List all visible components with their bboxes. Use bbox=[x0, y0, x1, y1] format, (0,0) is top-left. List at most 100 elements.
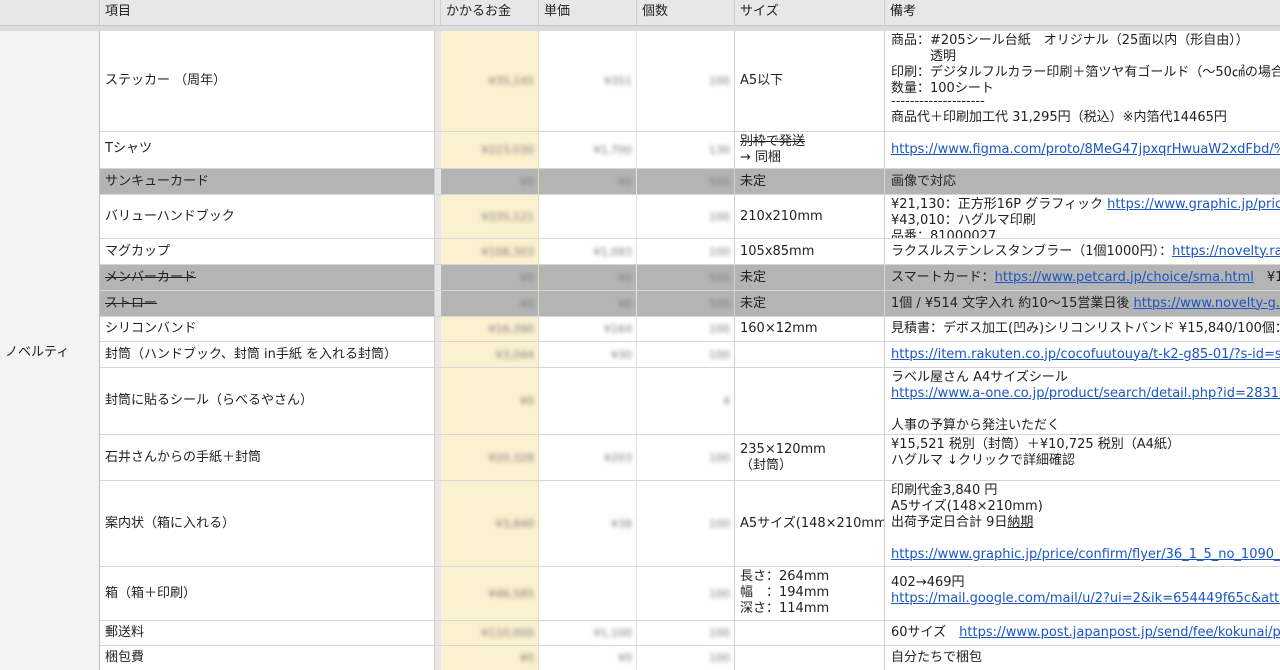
item-cell[interactable]: サンキューカード bbox=[100, 169, 435, 194]
quantity-cell[interactable]: 4 bbox=[637, 368, 735, 434]
note-link[interactable]: https://www.petcard.jp/choice/sma.html bbox=[995, 270, 1254, 285]
note-link[interactable]: https://www.graphic.jp/price/confirm/fly… bbox=[891, 547, 1280, 562]
item-cell[interactable]: 封筒に貼るシール（らべるやさん） bbox=[100, 368, 435, 434]
notes-cell[interactable]: 60サイズ https://www.post.japanpost.jp/send… bbox=[885, 621, 1280, 645]
cost-cell[interactable]: ¥108,303 bbox=[441, 239, 539, 264]
table-row[interactable]: 封筒（ハンドブック、封筒 in手紙 を入れる封筒） ¥3,044 ¥30 100… bbox=[100, 342, 1280, 368]
note-link[interactable]: https://mail.google.com/mail/u/2?ui=2&ik… bbox=[891, 591, 1280, 606]
quantity-cell[interactable]: 100 bbox=[637, 195, 735, 238]
size-cell[interactable] bbox=[735, 621, 885, 645]
unit-price-cell[interactable]: ¥0 bbox=[539, 265, 637, 290]
size-cell[interactable]: 別枠で発送 → 同梱 bbox=[735, 132, 885, 168]
notes-cell[interactable]: スマートカード：https://www.petcard.jp/choice/sm… bbox=[885, 265, 1280, 290]
notes-cell[interactable]: ラベル屋さん A4サイズシール https://www.a-one.co.jp/… bbox=[885, 368, 1280, 434]
item-cell[interactable]: 石井さんからの手紙＋封筒 bbox=[100, 435, 435, 480]
table-row[interactable]: ステッカー （周年） ¥35,145 ¥351 100 A5以下 商品：#205… bbox=[100, 31, 1280, 132]
item-cell[interactable]: 梱包費 bbox=[100, 646, 435, 670]
cost-cell[interactable]: ¥16,390 bbox=[441, 317, 539, 341]
table-row[interactable]: 郵送料 ¥110,000 ¥1,100 100 60サイズ https://ww… bbox=[100, 621, 1280, 646]
cost-cell[interactable]: ¥335,121 bbox=[441, 195, 539, 238]
quantity-cell[interactable]: 100 bbox=[637, 317, 735, 341]
unit-price-cell[interactable]: ¥351 bbox=[539, 31, 637, 131]
header-blank[interactable] bbox=[0, 0, 100, 25]
quantity-cell[interactable]: 100 bbox=[637, 239, 735, 264]
header-cost[interactable]: かかるお金 bbox=[441, 0, 539, 25]
cost-cell[interactable]: ¥46,585 bbox=[441, 567, 539, 620]
notes-cell[interactable]: 印刷代金3,840 円 A5サイズ(148×210mm) 出荷予定日合計 9日納… bbox=[885, 481, 1280, 566]
unit-price-cell[interactable]: ¥203 bbox=[539, 435, 637, 480]
quantity-cell[interactable]: 100 bbox=[637, 435, 735, 480]
size-cell[interactable]: 210x210mm bbox=[735, 195, 885, 238]
notes-cell[interactable]: 商品：#205シール台紙 オリジナル（25面以内（形自由）） 透明 印刷：デジタ… bbox=[885, 31, 1280, 131]
cost-cell[interactable]: ¥0 bbox=[441, 368, 539, 434]
unit-price-cell[interactable] bbox=[539, 368, 637, 434]
unit-price-cell[interactable]: ¥38 bbox=[539, 481, 637, 566]
table-row[interactable]: メンバーカード ¥0 ¥0 500 未定 スマートカード：https://www… bbox=[100, 265, 1280, 291]
size-cell[interactable]: 未定 bbox=[735, 169, 885, 194]
unit-price-cell[interactable] bbox=[539, 567, 637, 620]
cost-cell[interactable]: ¥110,000 bbox=[441, 621, 539, 645]
cost-cell[interactable]: ¥0 bbox=[441, 291, 539, 316]
quantity-cell[interactable]: 100 bbox=[637, 342, 735, 367]
unit-price-cell[interactable]: ¥30 bbox=[539, 342, 637, 367]
note-link[interactable]: https://novelty.raks bbox=[1172, 244, 1280, 259]
item-cell[interactable]: 封筒（ハンドブック、封筒 in手紙 を入れる封筒） bbox=[100, 342, 435, 367]
size-cell[interactable]: 160×12mm bbox=[735, 317, 885, 341]
table-row[interactable]: 封筒に貼るシール（らべるやさん） ¥0 4 ラベル屋さん A4サイズシール ht… bbox=[100, 368, 1280, 435]
size-cell[interactable]: 未定 bbox=[735, 265, 885, 290]
item-cell[interactable]: ストロー bbox=[100, 291, 435, 316]
unit-price-cell[interactable]: ¥1,700 bbox=[539, 132, 637, 168]
note-link[interactable]: https://www.graphic.jp/price/stap bbox=[1107, 197, 1280, 212]
item-cell[interactable]: メンバーカード bbox=[100, 265, 435, 290]
item-cell[interactable]: ステッカー （周年） bbox=[100, 31, 435, 131]
note-link[interactable]: https://www.novelty-g.com/2 bbox=[1133, 296, 1280, 311]
notes-cell[interactable]: 402→469円 https://mail.google.com/mail/u/… bbox=[885, 567, 1280, 620]
quantity-cell[interactable]: 100 bbox=[637, 481, 735, 566]
item-cell[interactable]: バリューハンドブック bbox=[100, 195, 435, 238]
size-cell[interactable]: 235×120mm （封筒） bbox=[735, 435, 885, 480]
item-cell[interactable]: 案内状（箱に入れる） bbox=[100, 481, 435, 566]
notes-cell[interactable]: ¥21,130：正方形16P グラフィック https://www.graphi… bbox=[885, 195, 1280, 238]
cost-cell[interactable]: ¥20,328 bbox=[441, 435, 539, 480]
note-link[interactable]: https://www.a-one.co.jp/product/search/d… bbox=[891, 386, 1280, 401]
quantity-cell[interactable]: 100 bbox=[637, 31, 735, 131]
header-unit-price[interactable]: 単価 bbox=[539, 0, 637, 25]
size-cell[interactable]: 105x85mm bbox=[735, 239, 885, 264]
cost-cell[interactable]: ¥223,030 bbox=[441, 132, 539, 168]
note-link[interactable]: https://item.rakuten.co.jp/cocofuutouya/… bbox=[891, 347, 1280, 362]
unit-price-cell[interactable]: ¥1,083 bbox=[539, 239, 637, 264]
table-row[interactable]: 石井さんからの手紙＋封筒 ¥20,328 ¥203 100 235×120mm … bbox=[100, 435, 1280, 481]
quantity-cell[interactable]: 500 bbox=[637, 291, 735, 316]
table-row[interactable]: 梱包費 ¥0 ¥0 100 自分たちで梱包 bbox=[100, 646, 1280, 670]
size-cell[interactable] bbox=[735, 342, 885, 367]
notes-cell[interactable]: 画像で対応 bbox=[885, 169, 1280, 194]
header-notes[interactable]: 備考 bbox=[885, 0, 1280, 25]
unit-price-cell[interactable]: ¥0 bbox=[539, 291, 637, 316]
quantity-cell[interactable]: 500 bbox=[637, 265, 735, 290]
cost-cell[interactable]: ¥3,840 bbox=[441, 481, 539, 566]
category-cell[interactable]: ノベルティ bbox=[0, 31, 100, 670]
notes-cell[interactable]: ¥15,521 税別（封筒）＋¥10,725 税別（A4紙） ハグルマ ↓クリッ… bbox=[885, 435, 1280, 480]
table-row[interactable]: マグカップ ¥108,303 ¥1,083 100 105x85mm ラクスルス… bbox=[100, 239, 1280, 265]
item-cell[interactable]: Tシャツ bbox=[100, 132, 435, 168]
unit-price-cell[interactable]: ¥164 bbox=[539, 317, 637, 341]
notes-cell[interactable]: 自分たちで梱包 bbox=[885, 646, 1280, 670]
cost-cell[interactable]: ¥0 bbox=[441, 646, 539, 670]
table-row[interactable]: 箱（箱＋印刷） ¥46,585 100 長さ：264mm 幅 ：194mm 深さ… bbox=[100, 567, 1280, 621]
table-row[interactable]: Tシャツ ¥223,030 ¥1,700 130 別枠で発送 → 同梱 http… bbox=[100, 132, 1280, 169]
cost-cell[interactable]: ¥3,044 bbox=[441, 342, 539, 367]
table-row[interactable]: 案内状（箱に入れる） ¥3,840 ¥38 100 A5サイズ(148×210m… bbox=[100, 481, 1280, 567]
table-row[interactable]: サンキューカード ¥0 ¥0 500 未定 画像で対応 bbox=[100, 169, 1280, 195]
cost-cell[interactable]: ¥35,145 bbox=[441, 31, 539, 131]
table-row[interactable]: シリコンバンド ¥16,390 ¥164 100 160×12mm 見積書：デボ… bbox=[100, 317, 1280, 342]
notes-cell[interactable]: 見積書：デボス加工(凹み)シリコンリストバンド ¥15,840/100個： bbox=[885, 317, 1280, 341]
header-quantity[interactable]: 個数 bbox=[637, 0, 735, 25]
item-cell[interactable]: シリコンバンド bbox=[100, 317, 435, 341]
quantity-cell[interactable]: 100 bbox=[637, 567, 735, 620]
unit-price-cell[interactable]: ¥0 bbox=[539, 169, 637, 194]
unit-price-cell[interactable]: ¥0 bbox=[539, 646, 637, 670]
unit-price-cell[interactable]: ¥1,100 bbox=[539, 621, 637, 645]
quantity-cell[interactable]: 500 bbox=[637, 169, 735, 194]
note-link[interactable]: https://www.figma.com/proto/8MeG47jpxqrH… bbox=[891, 142, 1280, 157]
quantity-cell[interactable]: 100 bbox=[637, 621, 735, 645]
